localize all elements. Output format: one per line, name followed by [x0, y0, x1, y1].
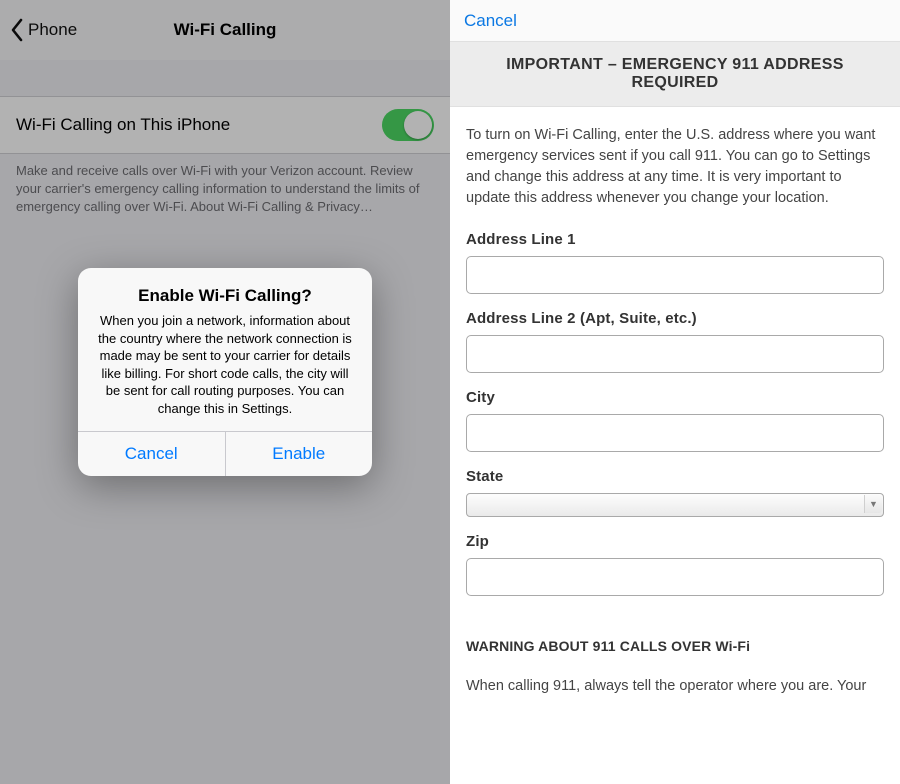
dialog-title: Enable Wi-Fi Calling?: [94, 286, 356, 306]
warning-heading: WARNING ABOUT 911 CALLS OVER Wi-Fi: [466, 638, 884, 654]
enable-wifi-calling-dialog: Enable Wi-Fi Calling? When you join a ne…: [78, 268, 372, 476]
nav-bar: Phone Wi-Fi Calling: [0, 0, 450, 60]
address-form: To turn on Wi-Fi Calling, enter the U.S.…: [450, 107, 900, 784]
intro-text: To turn on Wi-Fi Calling, enter the U.S.…: [466, 125, 884, 209]
dialog-message: When you join a network, information abo…: [94, 312, 356, 417]
toggle-label: Wi-Fi Calling on This iPhone: [16, 115, 230, 135]
address1-label: Address Line 1: [466, 231, 884, 248]
zip-label: Zip: [466, 533, 884, 550]
wifi-calling-toggle-row[interactable]: Wi-Fi Calling on This iPhone: [0, 96, 450, 154]
city-input[interactable]: [466, 414, 884, 452]
address2-input[interactable]: [466, 335, 884, 373]
top-bar: Cancel: [450, 0, 900, 42]
address1-input[interactable]: [466, 256, 884, 294]
warning-body: When calling 911, always tell the operat…: [466, 676, 884, 697]
state-select[interactable]: [466, 493, 884, 517]
zip-input[interactable]: [466, 558, 884, 596]
dialog-enable-button[interactable]: Enable: [225, 432, 373, 476]
switch-knob: [404, 111, 432, 139]
state-label: State: [466, 468, 884, 485]
banner-heading: IMPORTANT – EMERGENCY 911 ADDRESS REQUIR…: [450, 42, 900, 107]
section-footer: Make and receive calls over Wi-Fi with y…: [0, 154, 450, 217]
settings-pane: Phone Wi-Fi Calling Wi-Fi Calling on Thi…: [0, 0, 450, 784]
e911-address-pane: Cancel IMPORTANT – EMERGENCY 911 ADDRESS…: [450, 0, 900, 784]
dialog-cancel-button[interactable]: Cancel: [78, 432, 225, 476]
address2-label: Address Line 2 (Apt, Suite, etc.): [466, 310, 884, 327]
back-button[interactable]: Phone: [10, 18, 77, 42]
chevron-left-icon: [10, 18, 24, 42]
city-label: City: [466, 389, 884, 406]
cancel-button[interactable]: Cancel: [464, 11, 517, 31]
back-label: Phone: [28, 20, 77, 40]
wifi-calling-switch[interactable]: [382, 109, 434, 141]
about-privacy-link[interactable]: About Wi-Fi Calling & Privacy…: [190, 199, 373, 214]
